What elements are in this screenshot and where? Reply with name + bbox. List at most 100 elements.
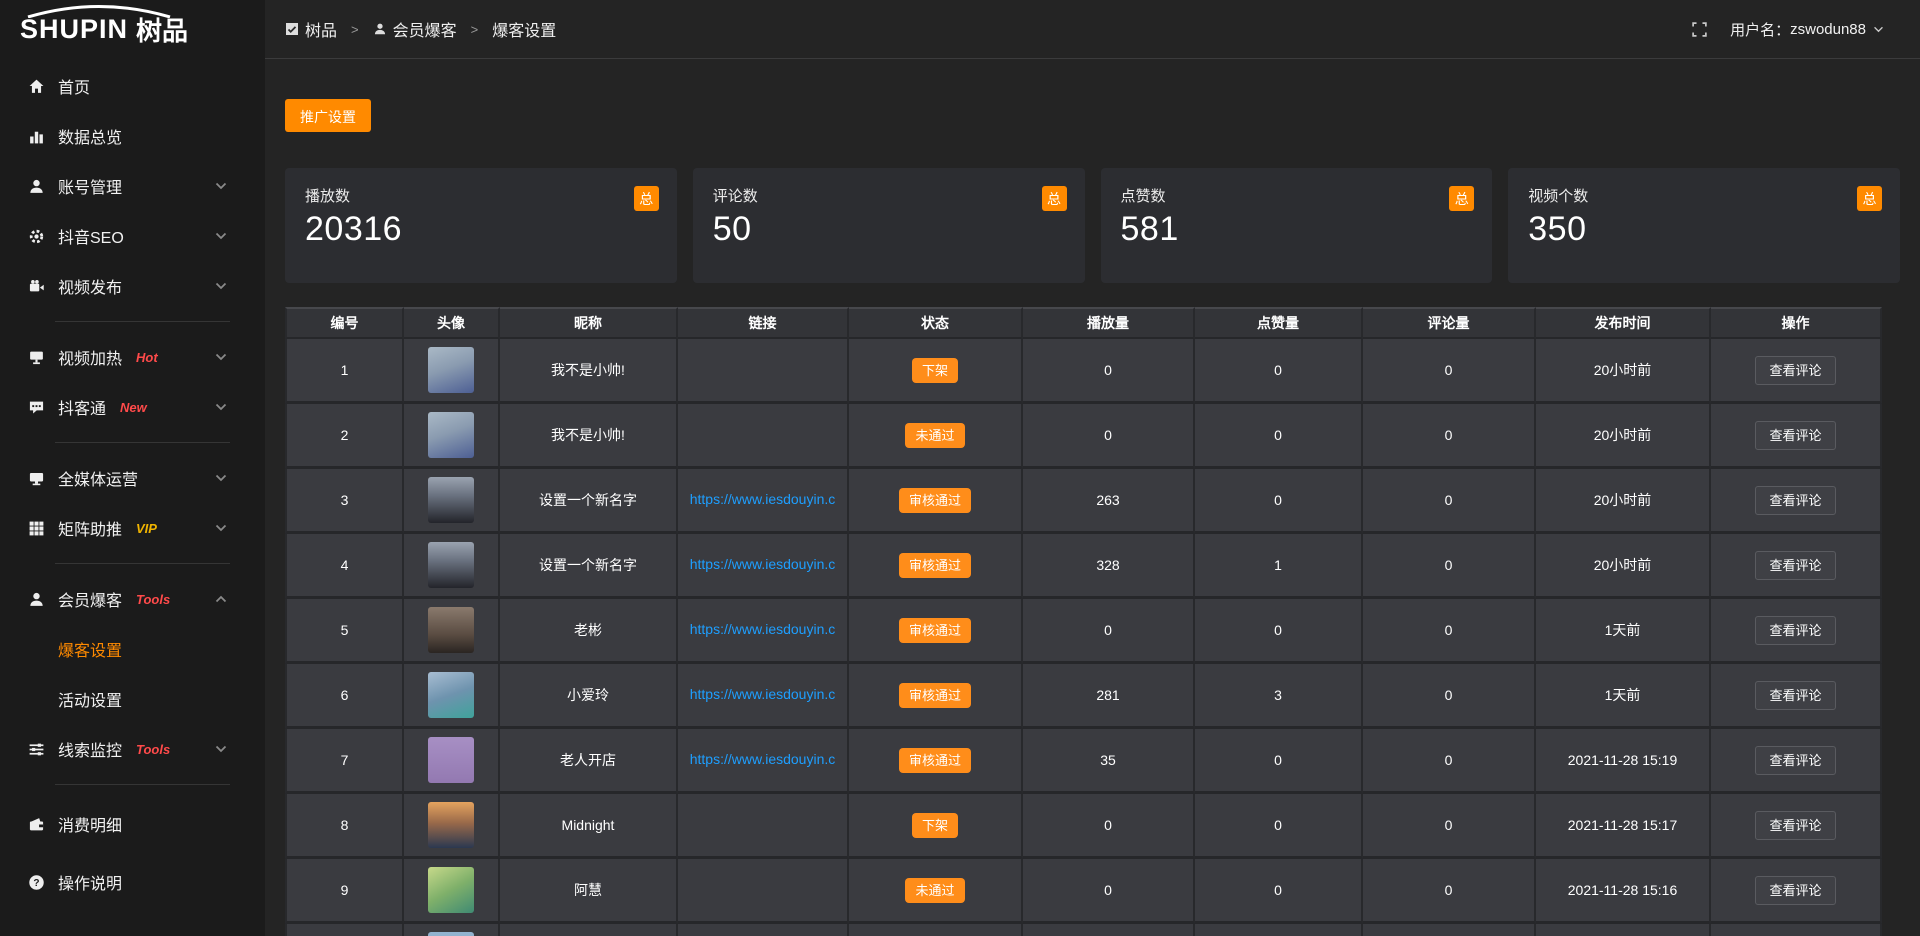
sidebar-subitem-baoke-settings[interactable]: 爆客设置 xyxy=(0,624,265,674)
sliders-icon xyxy=(28,741,45,758)
status-badge: 未通过 xyxy=(905,423,964,448)
content-area: 推广设置 播放数 20316 总 评论数 50 总 点赞数 581 总 xyxy=(265,59,1920,936)
username-value: zswodun88 xyxy=(1790,21,1866,38)
breadcrumb-item-home[interactable]: 树品 xyxy=(285,17,337,41)
main-area: 树品 > 会员爆客 > 爆客设置 用户名： zswodun88 xyxy=(265,0,1920,936)
cell-plays: 35 xyxy=(1023,729,1195,794)
table-row-partial xyxy=(285,924,1882,936)
sidebar-item-omnimedia-operation[interactable]: 全媒体运营 xyxy=(0,453,265,503)
chevron-down-icon xyxy=(215,474,227,482)
chat-icon xyxy=(28,399,45,416)
status-badge: 未通过 xyxy=(905,878,964,903)
stat-value: 20316 xyxy=(305,210,657,249)
col-link: 链接 xyxy=(678,307,849,339)
stat-value: 350 xyxy=(1528,210,1880,249)
stat-card-comments: 评论数 50 总 xyxy=(693,168,1085,283)
cell-likes: 0 xyxy=(1195,859,1363,924)
help-icon: ? xyxy=(28,874,45,891)
table-row: 8 Midnight 下架 0 0 0 2021-11-28 15:17 查看评… xyxy=(285,794,1882,859)
chevron-down-icon xyxy=(215,182,227,190)
cell-time: 2021-11-28 15:19 xyxy=(1536,729,1711,794)
avatar xyxy=(428,412,474,458)
cell-nickname: 我不是小帅! xyxy=(500,404,678,469)
cell-avatar xyxy=(404,794,500,859)
cell-plays: 0 xyxy=(1023,859,1195,924)
chevron-up-icon xyxy=(215,595,227,603)
avatar xyxy=(428,542,474,588)
stat-card-plays: 播放数 20316 总 xyxy=(285,168,677,283)
view-comments-button[interactable]: 查看评论 xyxy=(1755,616,1835,645)
cell-id: 3 xyxy=(285,469,404,534)
brand-logo: SHUPIN 树品 xyxy=(0,0,265,59)
promotion-settings-button[interactable]: 推广设置 xyxy=(285,99,371,132)
stat-label: 评论数 xyxy=(713,185,1065,206)
user-menu[interactable]: 用户名： zswodun88 xyxy=(1730,19,1884,40)
sidebar-item-douyin-seo[interactable]: 抖音SEO xyxy=(0,211,265,261)
stat-card-likes: 点赞数 581 总 xyxy=(1101,168,1493,283)
sidebar-item-member-baoke[interactable]: 会员爆客 Tools xyxy=(0,574,265,624)
stat-value: 50 xyxy=(713,210,1065,249)
cell-actions: 查看评论 xyxy=(1711,729,1882,794)
new-badge: New xyxy=(120,400,147,415)
sidebar-item-account-management[interactable]: 账号管理 xyxy=(0,161,265,211)
wallet-icon xyxy=(28,816,45,833)
cell-comments: 0 xyxy=(1363,469,1536,534)
cell-link: https://www.iesdouyin.c xyxy=(678,664,849,729)
sidebar-item-video-heat[interactable]: 视频加热 Hot xyxy=(0,332,265,382)
video-link[interactable]: https://www.iesdouyin.c xyxy=(690,556,836,572)
cell-id: 1 xyxy=(285,339,404,404)
col-comments: 评论量 xyxy=(1363,307,1536,339)
breadcrumb-item-member-baoke[interactable]: 会员爆客 xyxy=(373,17,457,41)
cell-actions: 查看评论 xyxy=(1711,599,1882,664)
avatar xyxy=(428,477,474,523)
cell-status: 下架 xyxy=(849,339,1023,404)
user-icon xyxy=(28,178,45,195)
sidebar-item-home[interactable]: 首页 xyxy=(0,61,265,111)
sidebar-item-data-overview[interactable]: 数据总览 xyxy=(0,111,265,161)
person-icon xyxy=(373,22,387,36)
breadcrumb-label: 会员爆客 xyxy=(393,17,457,41)
cell-actions: 查看评论 xyxy=(1711,469,1882,534)
sidebar-item-operation-guide[interactable]: ? 操作说明 xyxy=(0,853,265,911)
cell-comments: 0 xyxy=(1363,599,1536,664)
total-badge: 总 xyxy=(1857,186,1882,211)
table-row: 2 我不是小帅! 未通过 0 0 0 20小时前 查看评论 xyxy=(285,404,1882,469)
cell-id: 2 xyxy=(285,404,404,469)
cell-likes: 0 xyxy=(1195,599,1363,664)
status-badge: 审核通过 xyxy=(899,748,971,773)
view-comments-button[interactable]: 查看评论 xyxy=(1755,551,1835,580)
cell-status: 审核通过 xyxy=(849,469,1023,534)
avatar xyxy=(428,672,474,718)
cell-link xyxy=(678,794,849,859)
cell-actions: 查看评论 xyxy=(1711,794,1882,859)
cell-plays: 263 xyxy=(1023,469,1195,534)
fullscreen-icon[interactable] xyxy=(1691,21,1708,38)
video-link[interactable]: https://www.iesdouyin.c xyxy=(690,751,836,767)
col-actions: 操作 xyxy=(1711,307,1882,339)
view-comments-button[interactable]: 查看评论 xyxy=(1755,486,1835,515)
video-link[interactable]: https://www.iesdouyin.c xyxy=(690,686,836,702)
sidebar-item-video-publish[interactable]: 视频发布 xyxy=(0,261,265,311)
view-comments-button[interactable]: 查看评论 xyxy=(1755,876,1835,905)
view-comments-button[interactable]: 查看评论 xyxy=(1755,746,1835,775)
cell-id: 7 xyxy=(285,729,404,794)
sidebar-item-consumption-details[interactable]: 消费明细 xyxy=(0,795,265,853)
table-row: 7 老人开店 https://www.iesdouyin.c 审核通过 35 0… xyxy=(285,729,1882,794)
screen-heat-icon xyxy=(28,349,45,366)
cell-link: https://www.iesdouyin.c xyxy=(678,729,849,794)
cell-comments: 0 xyxy=(1363,339,1536,404)
view-comments-button[interactable]: 查看评论 xyxy=(1755,356,1835,385)
view-comments-button[interactable]: 查看评论 xyxy=(1755,681,1835,710)
sidebar-item-lead-monitor[interactable]: 线索监控 Tools xyxy=(0,724,265,774)
video-table: 编号 头像 昵称 链接 状态 播放量 点赞量 评论量 发布时间 操作 xyxy=(285,307,1882,936)
status-badge: 下架 xyxy=(912,358,958,383)
view-comments-button[interactable]: 查看评论 xyxy=(1755,811,1835,840)
app-square-icon xyxy=(285,22,299,36)
sidebar-subitem-label: 爆客设置 xyxy=(58,637,122,661)
sidebar-item-douketong[interactable]: 抖客通 New xyxy=(0,382,265,432)
sidebar-subitem-activity-settings[interactable]: 活动设置 xyxy=(0,674,265,724)
video-link[interactable]: https://www.iesdouyin.c xyxy=(690,491,836,507)
sidebar-item-matrix-boost[interactable]: 矩阵助推 VIP xyxy=(0,503,265,553)
view-comments-button[interactable]: 查看评论 xyxy=(1755,421,1835,450)
video-link[interactable]: https://www.iesdouyin.c xyxy=(690,621,836,637)
